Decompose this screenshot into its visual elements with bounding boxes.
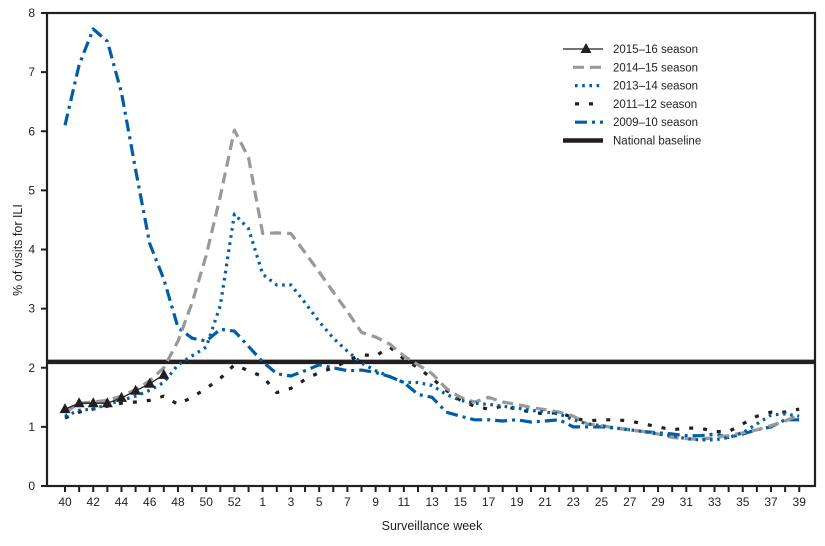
x-tick-label: 21 [538,495,552,509]
x-tick-label: 46 [143,495,157,509]
y-axis-label: % of visits for ILI [11,204,25,296]
legend-label: 2013–14 season [613,81,698,93]
x-tick-label: 39 [793,495,807,509]
x-tick-label: 35 [736,495,750,509]
x-axis-label: Surveillance week [382,519,483,533]
x-tick-label: 7 [344,495,351,509]
x-tick-label: 15 [454,495,468,509]
x-tick-label: 11 [398,495,411,509]
legend: 2015–16 season 2014–15 season 2013–14 seas… [563,43,701,148]
x-tick-label: 13 [425,495,439,509]
legend-item: 2015–16 season [563,43,698,56]
x-tick-label: 23 [567,495,581,509]
series-2015-16-season [59,368,170,414]
x-tick-label: 25 [595,495,609,509]
legend-label: 2015–16 season [613,44,698,56]
legend-item: National baseline [563,136,701,148]
x-tick-label: 19 [510,495,524,509]
y-tick-label: 1 [28,420,35,434]
legend-item: 2013–14 season [575,81,698,93]
legend-item: 2014–15 season [573,62,698,74]
x-tick-label: 31 [680,495,694,509]
x-tick-label: 29 [651,495,665,509]
legend-triangle-icon [580,43,592,53]
x-axis: 40 42 44 46 48 50 52 1 3 5 7 9 11 13 15 17 19 21 23 25 27 29 3… [58,486,806,509]
y-axis: 0 1 2 3 4 5 6 7 8 [28,6,47,493]
series-2014-15-season [64,128,800,441]
legend-label: 2009–10 season [613,117,698,129]
x-tick-label: 33 [708,495,722,509]
x-tick-label: 1 [259,495,266,509]
y-tick-label: 3 [28,302,35,316]
x-tick-label: 44 [115,495,129,509]
x-tick-label: 37 [764,495,778,509]
plot-border [45,11,817,488]
series-line [64,128,800,441]
x-tick-label: 40 [58,495,72,509]
x-tick-label: 50 [200,495,214,509]
y-tick-label: 8 [28,6,35,20]
series-layer [47,27,815,442]
y-tick-label: 6 [28,124,35,138]
y-tick-label: 0 [28,479,35,493]
x-tick-label: 42 [87,495,101,509]
y-tick-label: 4 [28,243,35,257]
y-tick-label: 2 [28,361,35,375]
x-tick-label: 17 [482,495,496,509]
legend-item: 2011–12 season [575,99,697,111]
ili-line-chart: 012345678 40 42 44 46 48 50 52 1 3 5 7 9 11 13 15 17 19 2… [11,6,817,533]
y-tick-label: 5 [28,183,35,197]
series-line [64,212,800,442]
y-tick-label: 7 [28,65,35,79]
x-tick-label: 48 [171,495,185,509]
legend-label: 2011–12 season [613,99,697,111]
x-tick-label: 27 [623,495,637,509]
x-tick-label: 9 [372,495,379,509]
legend-label: National baseline [613,136,701,148]
series-2013-14-season [64,212,800,442]
legend-label: 2014–15 season [613,62,698,74]
x-tick-label: 52 [228,495,242,509]
legend-item: 2009–10 season [575,117,698,129]
x-tick-label: 5 [316,495,323,509]
x-tick-label: 3 [288,495,295,509]
plot-frame [45,11,817,488]
